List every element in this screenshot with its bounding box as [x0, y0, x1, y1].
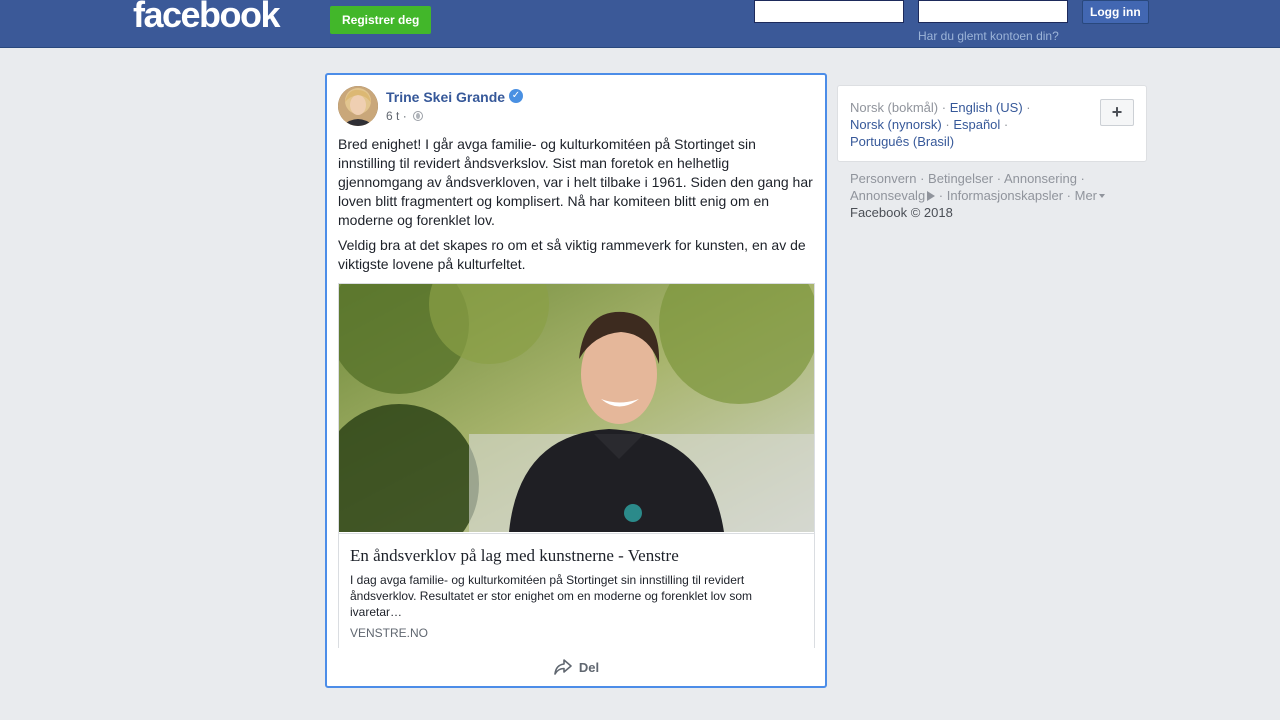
add-language-button[interactable]: + [1100, 99, 1134, 126]
footer-link-more[interactable]: Mer [1074, 188, 1106, 203]
footer-link-adchoices-label: Annonsevalg [850, 188, 926, 203]
share-arrow-icon [554, 659, 572, 675]
link-preview-image[interactable] [339, 284, 814, 532]
share-button[interactable]: Del [553, 653, 599, 676]
language-option-english[interactable]: English (US) [950, 100, 1023, 115]
post-actions: Del [327, 653, 825, 683]
post-message: Bred enighet! I går avga familie- og kul… [338, 135, 816, 280]
login-button[interactable]: Logg inn [1082, 0, 1149, 24]
post-card: Trine Skei Grande ✓ 6 t · Bred enighet! … [325, 73, 827, 688]
post-paragraph: Bred enighet! I går avga familie- og kul… [338, 136, 813, 228]
forgot-account-link[interactable]: Har du glemt kontoen din? [918, 29, 1059, 43]
link-description: I dag avga familie- og kulturkomitéen på… [350, 573, 752, 619]
post-timestamp[interactable]: 6 t [386, 109, 399, 123]
password-field[interactable] [918, 0, 1068, 23]
register-button[interactable]: Registrer deg [330, 6, 432, 34]
verified-badge-icon: ✓ [509, 89, 523, 103]
language-option-nynorsk[interactable]: Norsk (nynorsk) [850, 117, 942, 132]
footer-link-more-label: Mer [1074, 188, 1098, 203]
link-preview[interactable]: En åndsverklov på lag med kunstnerne - V… [338, 283, 815, 648]
top-navigation-bar: facebook Registrer deg Logg inn Har du g… [0, 0, 1280, 48]
link-title[interactable]: En åndsverklov på lag med kunstnerne - V… [350, 546, 805, 566]
globe-icon[interactable] [413, 111, 424, 121]
footer-link-cookies[interactable]: Informasjonskapsler [947, 188, 1063, 203]
footer-link-privacy[interactable]: Personvern [850, 171, 916, 186]
language-current: Norsk (bokmål) [850, 100, 939, 115]
post-paragraph: Veldig bra at det skapes ro om et så vik… [338, 237, 806, 272]
language-option-portuguese[interactable]: Português (Brasil) [850, 134, 954, 149]
link-preview-body[interactable]: En åndsverklov på lag med kunstnerne - V… [339, 533, 814, 648]
post-meta: 6 t · [386, 109, 424, 123]
email-field[interactable] [754, 0, 904, 23]
language-list: Norsk (bokmål) · English (US) · Norsk (n… [850, 100, 1031, 149]
footer: Personvern · Betingelser · Annonsering ·… [850, 170, 1140, 221]
share-label: Del [578, 659, 600, 675]
link-domain: VENSTRE.NO [350, 626, 429, 640]
language-selector: Norsk (bokmål) · English (US) · Norsk (n… [837, 85, 1147, 162]
author-name[interactable]: Trine Skei Grande [386, 89, 505, 105]
author-avatar[interactable] [338, 86, 378, 126]
copyright: Facebook © 2018 [850, 205, 953, 220]
footer-link-adchoices[interactable]: Annonsevalg [850, 188, 936, 203]
footer-link-advertising[interactable]: Annonsering [1004, 171, 1077, 186]
caret-down-icon [1099, 194, 1106, 198]
language-option-spanish[interactable]: Español [953, 117, 1000, 132]
facebook-logo[interactable]: facebook [133, 0, 281, 36]
footer-link-terms[interactable]: Betingelser [928, 171, 993, 186]
meta-separator: · [402, 109, 407, 123]
adchoices-icon [927, 191, 936, 201]
